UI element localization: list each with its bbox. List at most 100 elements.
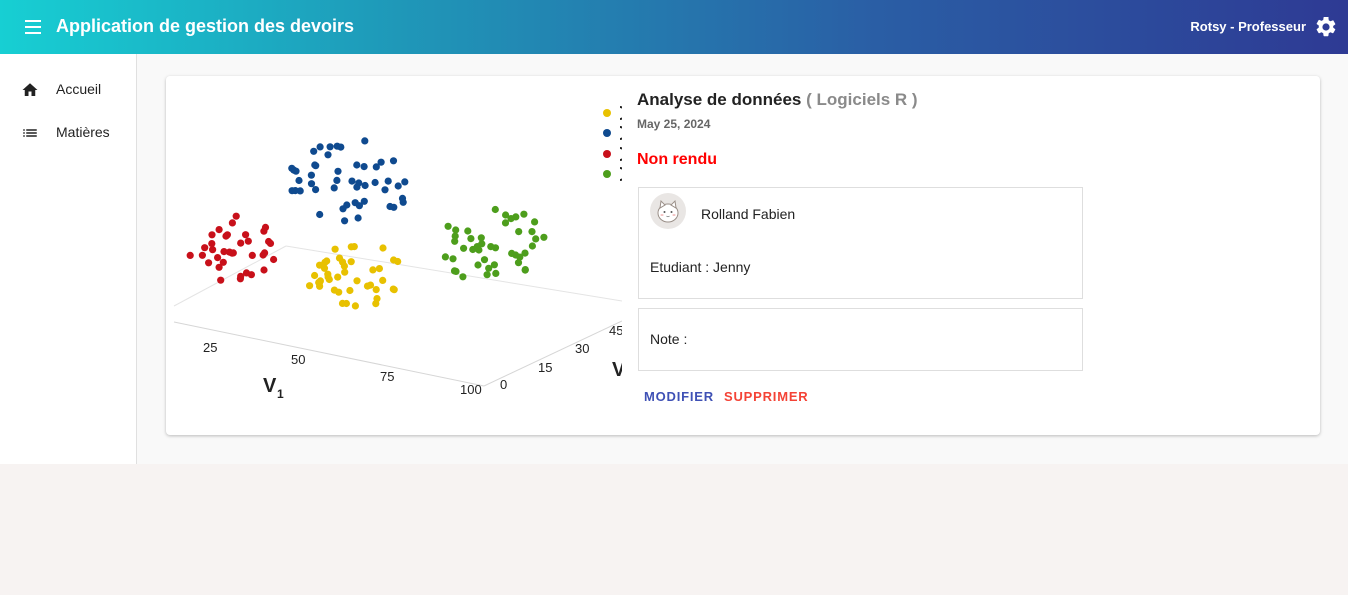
scatter-point xyxy=(515,228,523,236)
v2-tick: 30 xyxy=(575,341,589,356)
scatter-point xyxy=(208,231,216,239)
scatter-point xyxy=(369,266,377,274)
scatter-point xyxy=(316,210,324,219)
scatter-point xyxy=(521,266,529,274)
scatter-point xyxy=(528,242,536,250)
scatter-point xyxy=(491,244,500,252)
scatter-point xyxy=(316,277,324,285)
scatter-point xyxy=(311,161,319,169)
v1-tick: 50 xyxy=(291,352,305,367)
app-title: Application de gestion des devoirs xyxy=(56,16,355,36)
scatter-point xyxy=(452,226,460,234)
scatter-point xyxy=(334,273,342,281)
scatter-point xyxy=(310,147,318,155)
cat-avatar-icon xyxy=(657,199,679,223)
scatter-point xyxy=(460,244,468,252)
legend-dot xyxy=(603,170,611,178)
scatter-point xyxy=(531,218,539,226)
assignment-image: 25 50 75 100 0 15 30 45 V 1 V xyxy=(166,76,622,435)
scatter-point xyxy=(508,249,516,257)
scatter-point xyxy=(311,271,319,280)
scatter-point xyxy=(351,199,359,207)
scatter-point xyxy=(260,227,268,235)
v2-tick: 45 xyxy=(609,323,622,338)
scatter-point xyxy=(324,273,332,281)
scatter-point xyxy=(342,299,350,308)
scatter-point xyxy=(323,257,331,265)
scatter-point xyxy=(288,164,296,172)
v1-tick: 25 xyxy=(203,340,217,355)
sidebar-item-matieres[interactable]: Matières xyxy=(0,113,136,153)
v1-axis-label: V xyxy=(263,375,277,397)
scatter-point xyxy=(326,143,334,151)
scatter-point xyxy=(333,176,341,184)
scatter-point xyxy=(389,157,398,165)
v2-tick: 15 xyxy=(538,360,552,375)
assignment-name: Analyse de données xyxy=(637,90,802,109)
scatter-point xyxy=(354,214,362,222)
scatter-point xyxy=(237,239,245,247)
scatter-point xyxy=(353,277,361,285)
scatter-point xyxy=(361,181,369,190)
scatter-point xyxy=(316,143,324,151)
scatter-point xyxy=(401,178,409,186)
scatter-point xyxy=(390,203,398,211)
gear-icon[interactable] xyxy=(1314,15,1338,39)
scatter-point xyxy=(451,237,459,245)
assignment-title: Analyse de données ( Logiciels R ) xyxy=(637,90,918,110)
v1-tick: 75 xyxy=(380,369,394,384)
scatter-point xyxy=(270,255,278,264)
teacher-name: Rolland Fabien xyxy=(701,206,796,222)
scatter-point xyxy=(398,194,407,202)
sidebar: Accueil Matières xyxy=(0,54,137,464)
scatter-point xyxy=(237,272,245,280)
scatter-point xyxy=(390,256,398,264)
status-label: Non rendu xyxy=(637,151,717,168)
avatar xyxy=(650,193,686,229)
scatter-point xyxy=(335,288,343,296)
scatter-point xyxy=(464,227,472,235)
scatter-point xyxy=(288,187,296,195)
scatter-point xyxy=(459,273,467,281)
scatter-point xyxy=(215,226,223,234)
list-icon xyxy=(23,129,37,137)
scatter-point xyxy=(347,258,355,266)
scatter-point xyxy=(335,254,344,262)
scatter-point xyxy=(198,251,206,259)
scatter-point xyxy=(248,251,256,259)
scatter-point xyxy=(334,167,342,175)
scatter-point xyxy=(261,249,269,257)
scatter-point xyxy=(208,240,216,248)
scatter-point xyxy=(348,177,356,185)
scatter-point xyxy=(532,235,540,243)
scatter-point xyxy=(228,219,236,227)
menu-icon[interactable] xyxy=(22,17,46,37)
sidebar-item-accueil[interactable]: Accueil xyxy=(0,70,136,110)
scatter-point xyxy=(341,268,349,276)
scatter-point xyxy=(375,265,383,273)
scatter-point xyxy=(371,178,379,187)
scatter-point xyxy=(360,197,368,205)
scatter-point xyxy=(265,237,273,246)
sidebar-item-label: Accueil xyxy=(56,81,102,97)
grade-panel: Note : xyxy=(638,308,1083,371)
scatter-point xyxy=(353,161,361,169)
scatter-point xyxy=(347,243,355,251)
people-panel: Rolland Fabien Etudiant : Jenny xyxy=(638,187,1083,299)
scatter-point xyxy=(355,179,363,187)
scatter-point xyxy=(186,251,194,259)
scatter-point xyxy=(379,244,387,252)
scatter-point xyxy=(384,177,392,185)
scatter-point xyxy=(379,276,387,284)
scatter-point xyxy=(351,302,359,310)
grade-label: Note : xyxy=(650,331,688,347)
scatter-point xyxy=(306,282,314,290)
edit-button[interactable]: MODIFIER xyxy=(644,389,714,404)
scatter-point xyxy=(330,184,338,192)
scatter-point xyxy=(507,215,515,223)
scatter-point xyxy=(296,187,304,195)
delete-button[interactable]: SUPPRIMER xyxy=(724,389,809,404)
scatter-point xyxy=(363,282,372,290)
scatter-point xyxy=(520,210,528,218)
scatter-point xyxy=(312,186,320,194)
